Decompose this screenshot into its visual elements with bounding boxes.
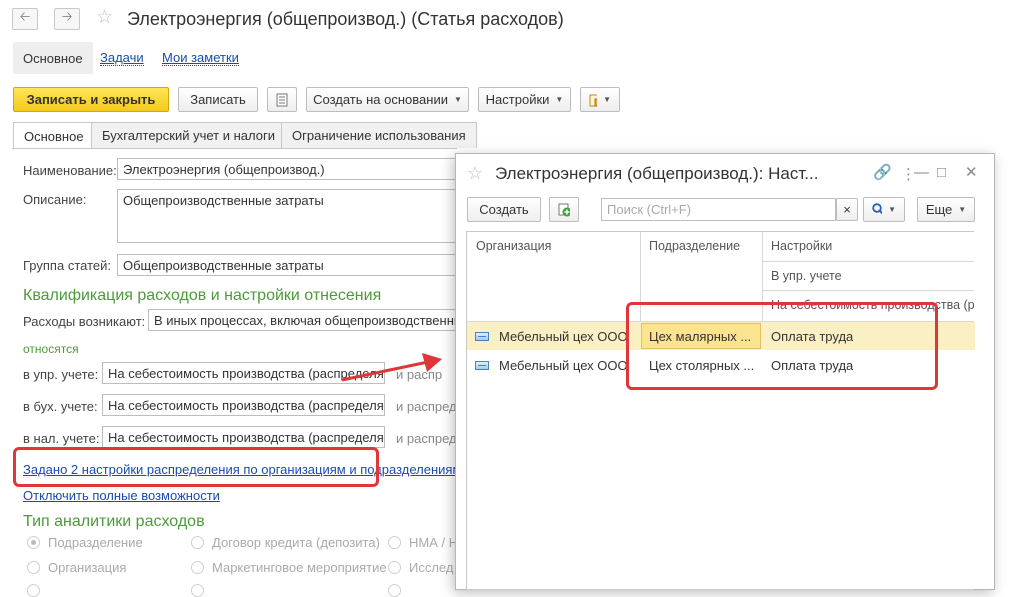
acc-label: в бух. учете: <box>23 399 98 414</box>
relate-label: относятся <box>23 342 79 356</box>
header-divider <box>763 290 974 291</box>
forward-button[interactable]: 🡢 <box>54 8 80 30</box>
arrow-annotation <box>341 353 442 382</box>
reports-button[interactable]: ▼ <box>580 87 620 112</box>
disable-full-features-link[interactable]: Отключить полные возможности <box>23 488 220 503</box>
clear-search-button[interactable]: × <box>836 198 858 221</box>
col-header-dept[interactable]: Подразделение <box>649 239 740 253</box>
name-label: Наименование: <box>23 163 117 178</box>
window-title: Электроэнергия (общепроизвод.) (Статья р… <box>127 9 564 29</box>
group-field[interactable]: Общепроизводственные затраты <box>117 254 462 276</box>
tab-tasks[interactable]: Задачи <box>90 42 154 74</box>
row-org[interactable]: Мебельный цех ООО <box>499 358 634 373</box>
document-icon-button[interactable] <box>267 87 297 112</box>
radio-credit-contract[interactable]: Договор кредита (депозита) <box>191 535 380 550</box>
search-button[interactable]: ▼ <box>863 197 905 222</box>
search-icon <box>872 203 883 215</box>
tab-main[interactable]: Основное <box>13 42 93 74</box>
dialog-search-input[interactable]: Поиск (Ctrl+F) <box>601 198 836 221</box>
tax-tail: и распред <box>396 431 457 446</box>
col-header-settings[interactable]: Настройки <box>771 239 832 253</box>
star-icon[interactable]: ☆ <box>467 163 483 184</box>
chevron-down-icon: ▼ <box>453 95 462 104</box>
catalog-item-icon <box>475 332 489 341</box>
tab-divider <box>12 148 457 149</box>
close-icon[interactable]: ✕ <box>965 163 978 181</box>
tax-field[interactable]: На себестоимость производства (распредел… <box>102 426 385 448</box>
radio-more-2[interactable] <box>191 584 212 597</box>
chevron-down-icon: ▼ <box>603 95 611 104</box>
expenses-label: Расходы возникают: <box>23 314 146 329</box>
tab-notes[interactable]: Мои заметки <box>152 42 249 74</box>
arrow-right-icon: 🡢 <box>61 9 73 24</box>
form-tab-restrictions[interactable]: Ограничение использования <box>281 122 477 148</box>
save-button[interactable]: Записать <box>178 87 258 112</box>
back-button[interactable]: 🡠 <box>12 8 38 30</box>
description-field[interactable]: Общепроизводственные затраты <box>117 189 462 243</box>
mgmt-label: в упр. учете: <box>23 367 99 382</box>
acc-field[interactable]: На себестоимость производства (распредел… <box>102 394 385 416</box>
settings-table <box>466 231 974 590</box>
analytics-section-title: Тип аналитики расходов <box>23 513 205 530</box>
highlight-box <box>13 447 379 487</box>
more-button[interactable]: Еще ▼ <box>917 197 975 222</box>
group-label: Группа статей: <box>23 258 111 273</box>
highlight-box <box>626 302 938 390</box>
minimize-icon[interactable]: — <box>914 164 929 181</box>
catalog-item-icon <box>475 361 489 370</box>
radio-more-3[interactable] <box>388 584 409 597</box>
add-copy-icon <box>558 203 570 216</box>
save-and-close-button[interactable]: Записать и закрыть <box>13 87 169 112</box>
settings-button[interactable]: Настройки ▼ <box>478 87 571 112</box>
acc-tail: и распред <box>396 399 457 414</box>
dialog-title: Электроэнергия (общепроизвод.): Наст... <box>495 164 819 183</box>
tax-label: в нал. учете: <box>23 431 100 446</box>
radio-department[interactable]: Подразделение <box>27 535 143 550</box>
create-based-on-button[interactable]: Создать на основании ▼ <box>306 87 469 112</box>
dialog-create-button[interactable]: Создать <box>467 197 541 222</box>
star-icon[interactable]: ☆ <box>96 6 113 29</box>
name-field[interactable]: Электроэнергия (общепроизвод.) <box>117 158 462 180</box>
chevron-down-icon: ▼ <box>888 205 896 214</box>
arrow-left-icon: 🡠 <box>19 9 31 24</box>
description-label: Описание: <box>23 192 87 207</box>
link-icon[interactable]: 🔗 <box>873 163 892 181</box>
report-icon <box>589 94 598 106</box>
form-tab-main[interactable]: Основное <box>13 122 95 149</box>
add-copy-button[interactable] <box>549 197 579 222</box>
radio-marketing[interactable]: Маркетинговое мероприятие <box>191 560 387 575</box>
expenses-field[interactable]: В иных процессах, включая общепроизводст… <box>148 309 462 331</box>
header-divider <box>763 261 974 262</box>
maximize-icon[interactable]: □ <box>937 164 946 181</box>
radio-research[interactable]: Исслед <box>388 560 453 575</box>
chevron-down-icon: ▼ <box>555 95 564 104</box>
form-tab-accounting[interactable]: Бухгалтерский учет и налоги <box>91 122 286 148</box>
radio-organization[interactable]: Организация <box>27 560 126 575</box>
row-org[interactable]: Мебельный цех ООО <box>499 329 634 344</box>
col-header-org[interactable]: Организация <box>476 239 551 253</box>
qualification-section-title: Квалификация расходов и настройки отнесе… <box>23 287 382 304</box>
radio-intangible[interactable]: НМА / Н <box>388 535 458 550</box>
col-header-settings-mgmt[interactable]: В упр. учете <box>771 269 842 283</box>
chevron-down-icon: ▼ <box>958 205 967 214</box>
document-icon <box>276 93 288 106</box>
radio-more-1[interactable] <box>27 584 48 597</box>
